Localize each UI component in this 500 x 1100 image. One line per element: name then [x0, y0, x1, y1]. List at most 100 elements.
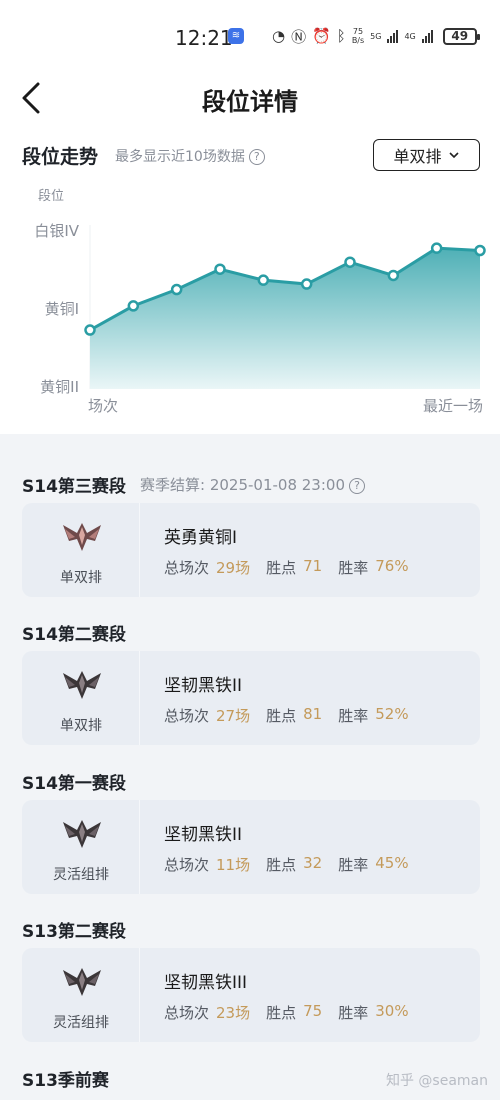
rank-name: 坚韧黑铁II: [164, 676, 243, 696]
trend-point: [344, 256, 356, 268]
games-value: 27场: [216, 707, 251, 725]
alarm-icon: ⏰: [312, 27, 331, 45]
rank-name: 坚韧黑铁II: [164, 825, 243, 845]
bluetooth-icon: ᛒ: [336, 27, 346, 45]
rank-stats: 总场次 29场 胜点 71 胜率 76%: [164, 557, 425, 578]
trend-point: [84, 324, 96, 336]
season-header: S13第二赛段: [0, 907, 500, 945]
season-title: S14第二赛段: [22, 625, 126, 645]
rank-card[interactable]: 灵活组排 坚韧黑铁II 总场次 11场 胜点 32 胜率 45%: [22, 800, 480, 894]
rank-card[interactable]: 单双排 英勇黄铜I 总场次 29场 胜点 71 胜率 76%: [22, 503, 480, 597]
queue-dropdown[interactable]: 单双排: [373, 139, 480, 171]
rank-card-left: 单双排: [22, 651, 140, 745]
games-value: 11场: [216, 856, 251, 874]
trend-point: [170, 283, 183, 296]
iron-emblem-icon: [59, 814, 105, 854]
games-label: 总场次: [164, 707, 210, 725]
winrate-label: 胜率: [338, 559, 369, 577]
rank-card-left: 灵活组排: [22, 800, 140, 894]
rank-card-left: 单双排: [22, 503, 140, 597]
lp-value: 81: [303, 705, 323, 723]
lp-value: 75: [303, 1002, 323, 1020]
season-section: S14第二赛段单双排 坚韧黑铁II 总场次 27场 胜点 81 胜率 52%: [0, 610, 500, 745]
lp-label: 胜点: [266, 707, 297, 725]
rank-trend-card: 段位走势 最多显示近10场数据? 单双排 段位黄铜II 黄铜I 白银IV 场次 最近一场: [0, 128, 500, 434]
rank-stats: 总场次 27场 胜点 81 胜率 52%: [164, 705, 425, 726]
y-axis-label: 段位: [38, 189, 64, 204]
y-tick-label: 黄铜I: [45, 300, 79, 318]
trend-point: [257, 274, 270, 286]
chevron-down-icon: [448, 152, 459, 159]
lp-value: 71: [303, 557, 323, 575]
queue-label: 灵活组排: [53, 867, 109, 883]
games-label: 总场次: [164, 559, 210, 577]
season-title: S13季前赛: [22, 1071, 109, 1091]
lp-label: 胜点: [266, 1004, 297, 1022]
trend-point: [430, 242, 443, 254]
iron-emblem-icon: [59, 665, 105, 705]
games-label: 总场次: [164, 856, 210, 874]
voice-recording-icon: ≋: [228, 28, 244, 44]
winrate-value: 30%: [375, 1002, 409, 1020]
trend-point: [300, 278, 313, 290]
winrate-value: 45%: [375, 854, 409, 872]
lp-value: 32: [303, 854, 323, 872]
rank-card[interactable]: 单双排 坚韧黑铁II 总场次 27场 胜点 81 胜率 52%: [22, 651, 480, 745]
season-title: S14第三赛段: [22, 477, 126, 497]
network-speed: 75 B/s: [351, 27, 365, 45]
rank-stats: 总场次 23场 胜点 75 胜率 30%: [164, 1002, 425, 1023]
signal-icon-2: [421, 29, 433, 43]
watermark: 知乎 @seaman: [385, 1073, 488, 1089]
winrate-label: 胜率: [338, 856, 369, 874]
rank-stats: 总场次 11场 胜点 32 胜率 45%: [164, 854, 425, 875]
trend-point: [127, 300, 140, 312]
x-start-label: 场次: [88, 397, 118, 415]
4g-label: 4G: [404, 31, 416, 41]
season-title: S13第二赛段: [22, 922, 126, 942]
rank-card[interactable]: 灵活组排 坚韧黑铁III 总场次 23场 胜点 75 胜率 30%: [22, 948, 480, 1042]
nfc-icon: Ⓝ: [291, 27, 307, 46]
help-icon[interactable]: ?: [248, 149, 265, 165]
bronze-emblem-icon: [59, 517, 105, 557]
signal-icon: [387, 29, 399, 43]
winrate-label: 胜率: [338, 707, 369, 725]
lp-label: 胜点: [266, 559, 297, 577]
x-end-label: 最近一场: [423, 397, 483, 415]
rank-name: 英勇黄铜I: [164, 528, 238, 548]
winrate-label: 胜率: [338, 1004, 369, 1022]
season-settlement-note: 赛季结算: 2025-01-08 23:00?: [140, 474, 365, 495]
trend-point: [214, 263, 226, 275]
rank-card-left: 灵活组排: [22, 948, 140, 1042]
battery-icon: 49: [442, 27, 480, 45]
season-title: S14第一赛段: [22, 774, 126, 794]
trend-subtitle: 最多显示近10场数据?: [115, 146, 265, 166]
winrate-value: 76%: [375, 557, 409, 575]
games-value: 29场: [216, 559, 251, 577]
lp-label: 胜点: [266, 856, 297, 874]
5g-label: 5G: [370, 31, 382, 41]
winrate-value: 52%: [375, 705, 409, 723]
status-time: 12:21: [175, 26, 233, 50]
y-tick-label: 白银IV: [34, 222, 79, 240]
queue-dropdown-value: 单双排: [393, 147, 442, 166]
help-icon[interactable]: ?: [349, 477, 365, 494]
status-bar: 12:21 ≋ ◔ Ⓝ ⏰ ᛒ 75 B/s 5G 4G 49: [0, 0, 500, 72]
trend-title: 段位走势: [22, 146, 99, 168]
y-tick-label: 黄铜II: [40, 378, 79, 396]
trend-area: [90, 248, 480, 389]
queue-label: 单双排: [60, 718, 102, 734]
iron-emblem-icon: [59, 962, 105, 1002]
trend-point: [474, 244, 486, 257]
season-header: S14第一赛段: [0, 759, 500, 797]
page-title: 段位详情: [202, 88, 298, 116]
season-header: S14第三赛段 赛季结算: 2025-01-08 23:00?: [0, 462, 500, 500]
season-section: S14第三赛段 赛季结算: 2025-01-08 23:00? 单双排 英勇黄铜I 总场…: [0, 462, 500, 597]
season-section: S14第一赛段灵活组排 坚韧黑铁II 总场次 11场 胜点 32 胜率 45%: [0, 759, 500, 894]
trend-point: [387, 269, 400, 282]
speed-dial-icon: ◔: [272, 27, 286, 45]
rank-name: 坚韧黑铁III: [164, 973, 248, 993]
status-icons: ◔ Ⓝ ⏰ ᛒ 75 B/s 5G 4G 49: [272, 24, 480, 48]
games-value: 23场: [216, 1004, 251, 1022]
games-label: 总场次: [164, 1004, 210, 1022]
season-header: S14第二赛段: [0, 610, 500, 648]
